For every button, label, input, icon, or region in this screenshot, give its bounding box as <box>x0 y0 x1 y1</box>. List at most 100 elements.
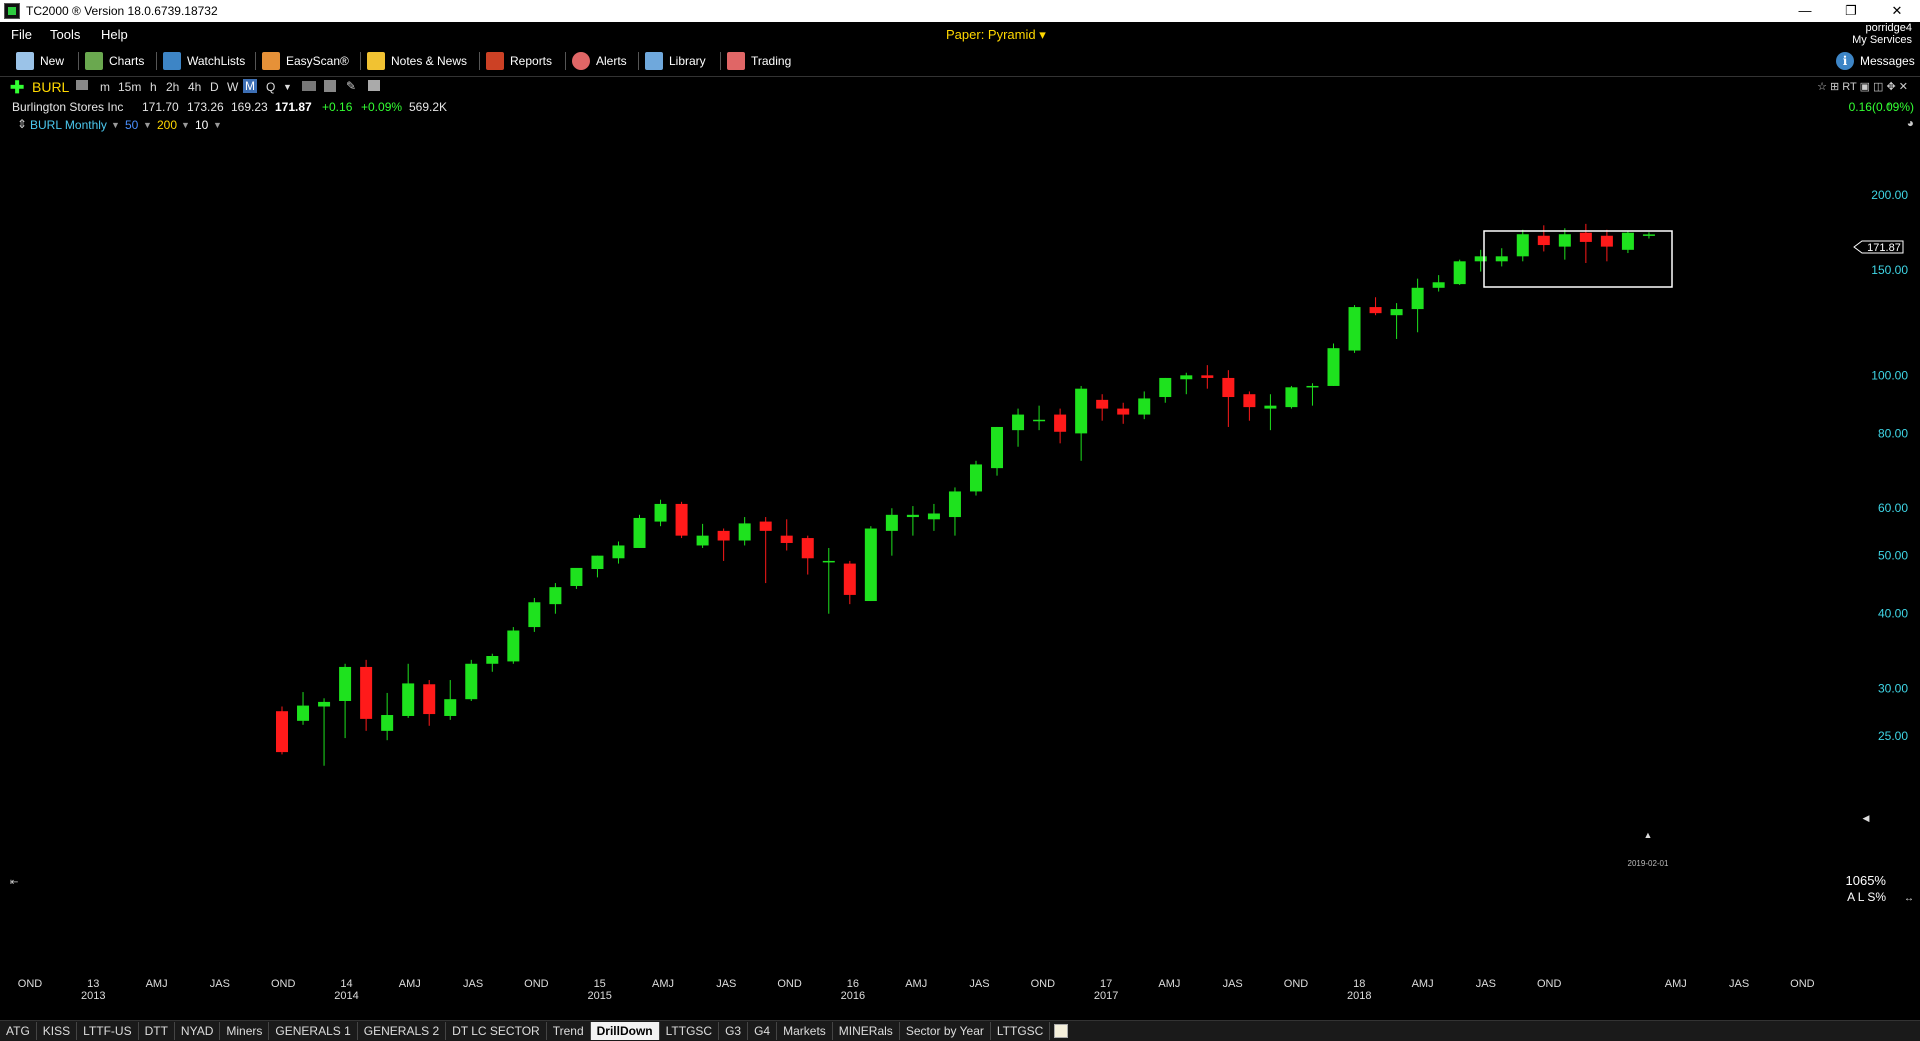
candle-body <box>1159 377 1172 398</box>
tab-dt-lc-sector[interactable]: DT LC SECTOR <box>446 1022 547 1040</box>
tf-weekly[interactable]: W <box>227 80 238 94</box>
tab-lttgsc[interactable]: LTTGSC <box>660 1022 720 1040</box>
toolbar-divider <box>479 52 480 70</box>
notes-news-button[interactable]: Notes & News <box>367 50 467 72</box>
print-icon[interactable] <box>76 80 88 90</box>
candle <box>1495 248 1508 267</box>
candle-body <box>1180 375 1193 380</box>
expand-icon[interactable]: ↔ <box>1904 893 1914 904</box>
candle <box>1369 297 1382 316</box>
tf-15min[interactable]: 15m <box>118 80 141 94</box>
tab-lttgsc[interactable]: LTTGSC <box>991 1022 1051 1040</box>
easyscan-button[interactable]: EasyScan® <box>262 50 349 72</box>
add-symbol-icon[interactable]: ✚ <box>10 78 24 98</box>
ma-50[interactable]: 50 <box>125 118 138 132</box>
calculator-icon[interactable] <box>324 80 336 92</box>
chart-label[interactable]: BURL Monthly <box>30 118 107 132</box>
messages-button[interactable]: i Messages <box>1836 50 1915 72</box>
tf-4hour[interactable]: 4h <box>188 80 201 94</box>
new-button[interactable]: New <box>16 50 64 72</box>
trading-button[interactable]: Trading <box>727 50 791 72</box>
tab-dtt[interactable]: DTT <box>139 1022 175 1040</box>
candle-body <box>1054 414 1067 432</box>
quote-last: 171.87 <box>275 100 312 114</box>
tab-kiss[interactable]: KISS <box>37 1022 78 1040</box>
tf-daily[interactable]: D <box>210 80 219 94</box>
symbol-ticker[interactable]: BURL <box>32 79 69 95</box>
candle <box>1642 232 1655 239</box>
tab-markets[interactable]: Markets <box>777 1022 833 1040</box>
candle-body <box>1600 235 1613 247</box>
pencil-icon[interactable]: ✎ <box>346 79 356 93</box>
tab-g3[interactable]: G3 <box>719 1022 749 1040</box>
chart-label-dropdown-icon[interactable]: ▼ <box>111 120 120 130</box>
alerts-button[interactable]: Alerts <box>572 50 627 72</box>
candle-body <box>969 464 982 492</box>
candle <box>1327 343 1340 386</box>
zoom-label[interactable]: 1065% <box>1846 873 1887 888</box>
ma-200-dropdown-icon[interactable]: ▼ <box>181 120 190 130</box>
scale-label[interactable]: A L S% <box>1847 890 1886 904</box>
toolbar-divider <box>360 52 361 70</box>
palette-icon[interactable]: ◕ <box>1907 116 1914 130</box>
x-year-label: 2017 <box>1094 990 1118 1002</box>
watchlists-button[interactable]: WatchLists <box>163 50 245 72</box>
tab-sector-by-year[interactable]: Sector by Year <box>900 1022 991 1040</box>
quote-volume: 569.2K <box>409 100 448 114</box>
candle-body <box>528 602 541 628</box>
candle <box>1600 229 1613 262</box>
ma-10[interactable]: 10 <box>195 118 208 132</box>
tab-trend[interactable]: Trend <box>547 1022 591 1040</box>
tab-atg[interactable]: ATG <box>0 1022 37 1040</box>
tf-1min[interactable]: m <box>100 80 110 94</box>
menu-tools[interactable]: Tools <box>50 27 80 42</box>
tab-nyad[interactable]: NYAD <box>175 1022 221 1040</box>
ma-10-dropdown-icon[interactable]: ▼ <box>213 120 222 130</box>
my-services-link[interactable]: My Services <box>1852 34 1912 46</box>
tf-monthly[interactable]: M <box>243 79 257 93</box>
tf-hour[interactable]: h <box>150 80 157 94</box>
library-button[interactable]: Library <box>645 50 706 72</box>
tab-minerals[interactable]: MINERals <box>833 1022 900 1040</box>
close-button[interactable]: ✕ <box>1874 0 1920 22</box>
ma-50-dropdown-icon[interactable]: ▼ <box>143 120 152 130</box>
add-tab-icon[interactable] <box>1054 1024 1069 1038</box>
tf-quarterly[interactable]: Q <box>266 80 275 94</box>
bar-type-icon[interactable] <box>302 81 316 91</box>
reports-button[interactable]: Reports <box>486 50 552 72</box>
net-change-right: 0.16(0.09%) <box>1848 100 1914 114</box>
tab-generals-1[interactable]: GENERALS 1 <box>269 1022 358 1040</box>
paper-account-dropdown[interactable]: Paper: Pyramid ▾ <box>946 27 1046 43</box>
candle-body <box>738 523 751 541</box>
candle <box>1264 394 1277 431</box>
tab-lttf-us[interactable]: LTTF-US <box>77 1022 139 1040</box>
tab-drilldown[interactable]: DrillDown <box>590 1022 660 1040</box>
trading-label: Trading <box>751 54 792 68</box>
candle <box>1033 405 1046 431</box>
tab-generals-2[interactable]: GENERALS 2 <box>358 1022 447 1040</box>
ma-200[interactable]: 200 <box>157 118 177 132</box>
chart-window-tools[interactable]: ☆ ⊞ RT ▣ ◫ ✥ ✕ <box>1817 80 1908 93</box>
minimize-button[interactable]: — <box>1782 0 1828 22</box>
easyscan-icon <box>262 52 280 70</box>
candle-body <box>507 630 520 662</box>
candle-body <box>801 538 814 559</box>
scroll-left-icon[interactable]: ◀ <box>1863 813 1870 823</box>
menu-help[interactable]: Help <box>101 27 128 42</box>
tf-dropdown-icon[interactable]: ▼ <box>283 82 292 92</box>
toolbar-divider <box>565 52 566 70</box>
layout-icon[interactable] <box>368 80 380 91</box>
tab-g4[interactable]: G4 <box>748 1022 778 1040</box>
sort-arrows-icon[interactable]: ⇕ <box>17 117 27 131</box>
charts-button[interactable]: Charts <box>85 50 144 72</box>
tf-2hour[interactable]: 2h <box>166 80 179 94</box>
price-chart[interactable]: 25.00 30.00 40.00 50.00 60.00 80.00 100.00 150.… <box>0 135 1920 1020</box>
x-tick-label: 17 <box>1100 978 1112 990</box>
collapse-left-icon[interactable]: ⇤ <box>10 877 18 888</box>
restore-button[interactable]: ❐ <box>1828 0 1874 22</box>
candle-body <box>1285 387 1298 408</box>
toolbar-divider <box>638 52 639 70</box>
x-tick-label: OND <box>1284 978 1309 990</box>
tab-miners[interactable]: Miners <box>220 1022 270 1040</box>
menu-file[interactable]: File <box>11 27 32 42</box>
